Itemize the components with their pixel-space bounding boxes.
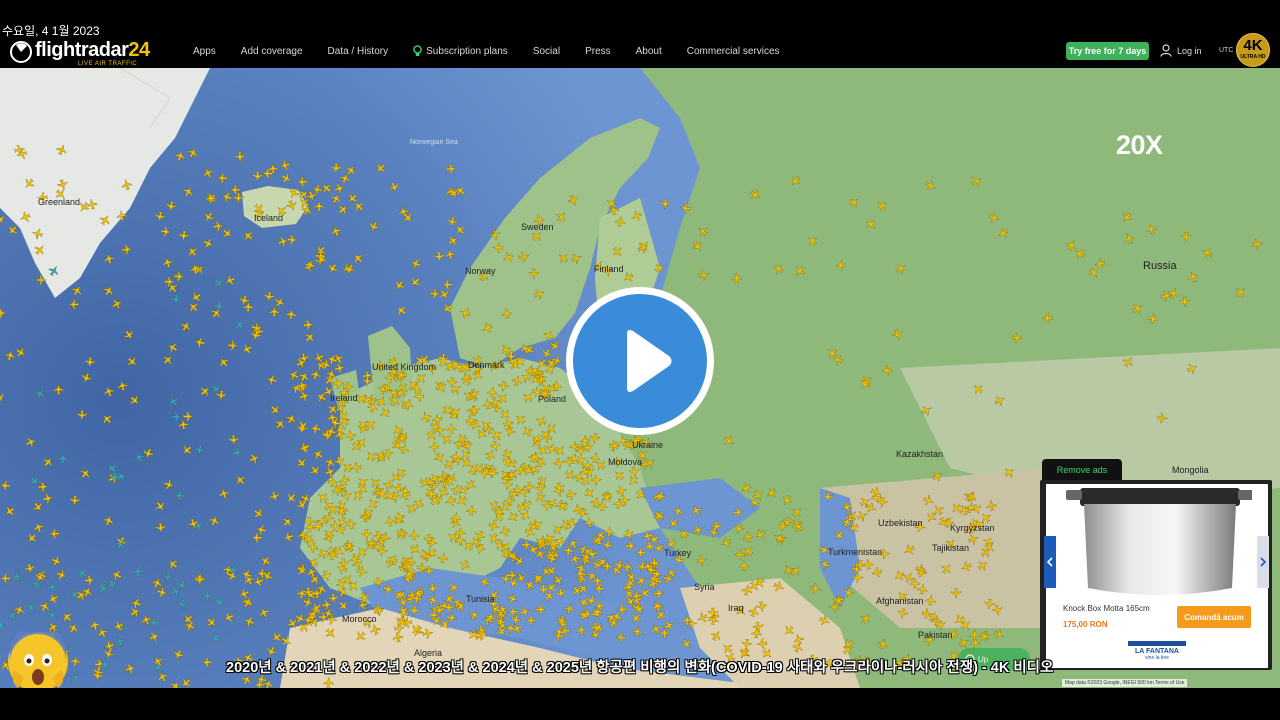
nav-social[interactable]: Social bbox=[533, 45, 560, 57]
chevron-left-icon bbox=[1047, 557, 1053, 567]
label-ukraine: Ukraine bbox=[632, 440, 664, 450]
label-iraq: Iraq bbox=[728, 603, 744, 613]
chevron-right-icon bbox=[1260, 557, 1266, 567]
label-uzbekistan: Uzbekistan bbox=[878, 518, 923, 528]
nav-press[interactable]: Press bbox=[585, 45, 611, 57]
nav-about[interactable]: About bbox=[636, 45, 662, 57]
label-pakistan: Pakistan bbox=[918, 630, 953, 640]
badge-ultra-hd-text: ULTRA HD bbox=[1240, 54, 1266, 60]
bottom-bar bbox=[0, 688, 1280, 720]
remove-ads-tab[interactable]: Remove ads bbox=[1042, 459, 1122, 481]
try-free-button[interactable]: Try free for 7 days bbox=[1066, 42, 1149, 60]
label-united-kingdom: United Kingdom bbox=[372, 362, 437, 372]
lightbulb-icon bbox=[413, 45, 422, 56]
4k-ultra-hd-badge: 4K ULTRA HD bbox=[1236, 33, 1270, 67]
ad-order-button[interactable]: Comandă acum bbox=[1177, 606, 1251, 628]
ad-content: Knock Box Motta 165cm 175,00 RON Comandă… bbox=[1046, 484, 1268, 668]
label-tajikistan: Tajikistan bbox=[932, 543, 970, 553]
nav-apps[interactable]: Apps bbox=[193, 45, 216, 57]
label-russia: Russia bbox=[1143, 260, 1177, 272]
logo-tagline: LIVE AIR TRAFFIC bbox=[78, 61, 138, 67]
label-moldova: Moldova bbox=[608, 457, 643, 467]
shocked-face-emoji bbox=[8, 624, 68, 692]
login-link[interactable]: Log in bbox=[1160, 44, 1202, 57]
pot-product-image bbox=[1066, 488, 1252, 595]
label-norwegian-sea: Norwegian Sea bbox=[410, 139, 458, 146]
label-iceland: Iceland bbox=[254, 213, 284, 223]
ad-brand-bar bbox=[1128, 641, 1186, 646]
badge-4k-text: 4K bbox=[1243, 37, 1263, 54]
logo-name: flightradar bbox=[35, 39, 129, 61]
radar-logo-icon bbox=[10, 41, 32, 63]
label-greenland: Greenland bbox=[38, 197, 81, 207]
play-button[interactable] bbox=[566, 287, 714, 435]
ad-product-name: Knock Box Motta 165cm bbox=[1063, 604, 1150, 613]
video-caption: 2020년 & 2021년 & 2022년 & 2023년 & 2024년 & … bbox=[226, 660, 1054, 676]
nav-data-history[interactable]: Data / History bbox=[328, 45, 389, 57]
ad-brand-logo: LA FANTANA vine la tine bbox=[1128, 641, 1186, 661]
label-poland: Poland bbox=[538, 394, 567, 404]
label-morocco: Morocco bbox=[342, 614, 377, 624]
advertisement-panel[interactable]: Knock Box Motta 165cm 175,00 RON Comandă… bbox=[1040, 480, 1272, 670]
label-kazakhstan: Kazakhstan bbox=[896, 449, 944, 459]
label-finland: Finland bbox=[594, 264, 624, 274]
ad-next-button[interactable] bbox=[1257, 536, 1269, 588]
playback-speed-label: 20X bbox=[1116, 130, 1163, 160]
ad-brand-tagline: vine la tine bbox=[1145, 655, 1169, 661]
label-turkmenistan: Turkmenistan bbox=[828, 547, 883, 557]
label-syria: Syria bbox=[694, 582, 715, 592]
play-icon bbox=[627, 330, 672, 392]
logo-number: 24 bbox=[128, 39, 150, 61]
nav-subscription-plans[interactable]: Subscription plans bbox=[413, 45, 508, 57]
logo-text: flightradar24 bbox=[35, 39, 150, 62]
login-label: Log in bbox=[1177, 45, 1202, 56]
scream-face-icon bbox=[10, 624, 66, 690]
label-sweden: Sweden bbox=[521, 222, 554, 232]
nav-add-coverage[interactable]: Add coverage bbox=[241, 45, 303, 57]
user-icon bbox=[1160, 44, 1172, 57]
label-afghanistan: Afghanistan bbox=[876, 596, 924, 606]
nav-subscription-plans-label: Subscription plans bbox=[426, 45, 508, 57]
ad-price: 175,00 RON bbox=[1063, 620, 1108, 629]
play-button-circle bbox=[573, 294, 707, 428]
label-turkey: Turkey bbox=[664, 548, 692, 558]
top-bar: 수요일, 4 1월 2023 flightradar24 LIVE AIR TR… bbox=[0, 0, 1280, 68]
main-nav: Apps Add coverage Data / History Subscri… bbox=[193, 45, 805, 57]
ad-brand-name: LA FANTANA bbox=[1135, 648, 1179, 655]
label-tunisia: Tunisia bbox=[466, 594, 495, 604]
ad-prev-button[interactable] bbox=[1044, 536, 1056, 588]
flightradar24-logo[interactable]: flightradar24 LIVE AIR TRAFFIC bbox=[10, 37, 150, 67]
label-kyrgyzstan: Kyrgyzstan bbox=[950, 523, 995, 533]
utc-clock[interactable]: UTC bbox=[1219, 47, 1233, 54]
nav-commercial-services[interactable]: Commercial services bbox=[687, 45, 780, 57]
map-attribution[interactable]: Map data ©2023 Google, INEGI 500 km Term… bbox=[1062, 679, 1188, 687]
label-mongolia: Mongolia bbox=[1172, 465, 1209, 475]
label-ireland: Ireland bbox=[330, 393, 358, 403]
label-denmark: Denmark bbox=[468, 360, 505, 370]
label-norway: Norway bbox=[465, 266, 496, 276]
